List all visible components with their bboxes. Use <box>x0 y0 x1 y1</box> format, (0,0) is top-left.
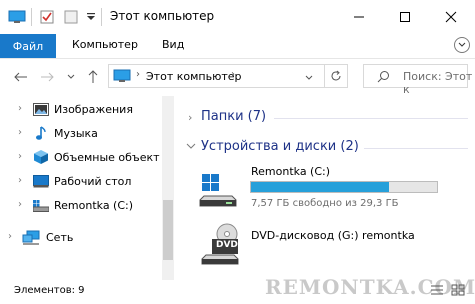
chevron-right-icon[interactable]: › <box>18 175 22 186</box>
minimize-button[interactable] <box>336 0 382 34</box>
maximize-icon <box>400 12 410 22</box>
tab-file[interactable]: Файл <box>0 34 56 58</box>
details-view-icon[interactable] <box>430 284 444 296</box>
3d-objects-icon <box>34 150 48 164</box>
title-separator <box>31 8 32 26</box>
chevron-down-icon <box>305 75 313 80</box>
chevron-right-icon[interactable]: › <box>8 231 12 242</box>
group-divider <box>364 148 468 149</box>
chevron-right-icon[interactable]: › <box>18 127 22 138</box>
drive-c-name: Remontka (C:) <box>251 165 331 178</box>
computer-icon <box>8 10 26 23</box>
sidebar-item-label: Сеть <box>46 231 74 244</box>
chevron-down-icon <box>458 42 466 47</box>
search-icon <box>377 71 389 83</box>
tab-view[interactable]: Вид <box>162 38 184 51</box>
breadcrumb-chevron-icon[interactable]: › <box>136 69 140 80</box>
chevron-right-icon[interactable]: › <box>18 199 22 210</box>
folders-group-header[interactable]: Папки (7) <box>201 109 266 124</box>
sidebar-item-label: Изображения <box>54 103 133 116</box>
sidebar-item-drive-c[interactable]: › Remontka (C:) <box>0 194 160 218</box>
tiles-view-icon[interactable] <box>451 284 465 296</box>
dvd-label: DVD <box>216 240 238 250</box>
chevron-right-icon[interactable]: › <box>188 111 192 124</box>
maximize-button[interactable] <box>382 0 428 34</box>
sidebar-item-network[interactable]: › Сеть <box>0 226 160 250</box>
drive-c-free-space: 7,57 ГБ свободно из 29,3 ГБ <box>251 198 399 209</box>
group-divider <box>274 118 468 119</box>
sidebar-item-3d-objects[interactable]: › Объемные объекты <box>0 146 160 170</box>
sidebar-item-desktop[interactable]: › Рабочий стол <box>0 170 160 194</box>
properties-icon[interactable] <box>40 10 54 24</box>
chevron-down-icon <box>67 74 75 79</box>
search-input[interactable]: Поиск: Этот к <box>403 70 475 96</box>
recent-locations-button[interactable] <box>62 68 80 86</box>
breadcrumb-current[interactable]: Этот компьютер <box>146 70 242 83</box>
sidebar-item-label: Remontka (C:) <box>54 199 134 212</box>
network-icon <box>22 230 40 245</box>
breadcrumb-chevron-icon[interactable]: › <box>231 69 235 80</box>
computer-icon <box>113 69 131 82</box>
sidebar-item-label: Объемные объекты <box>54 151 160 164</box>
up-button[interactable] <box>84 68 102 86</box>
close-icon <box>445 11 457 23</box>
chevron-right-icon[interactable]: › <box>18 151 22 162</box>
devices-group-header[interactable]: Устройства и диски (2) <box>201 139 359 154</box>
arrow-left-icon <box>14 72 27 82</box>
drive-c-usage-fill <box>251 182 389 192</box>
refresh-button[interactable] <box>324 64 348 88</box>
back-button[interactable] <box>12 68 30 86</box>
refresh-icon <box>331 70 341 81</box>
address-history-button[interactable] <box>305 71 313 84</box>
arrow-right-icon <box>41 72 54 82</box>
sidebar-scrollbar-thumb[interactable] <box>163 200 173 260</box>
close-button[interactable] <box>428 0 474 34</box>
sidebar-item-label: Рабочий стол <box>54 175 132 188</box>
sidebar-item-music[interactable]: › Музыка <box>0 122 160 146</box>
arrow-up-icon <box>88 70 98 83</box>
status-item-count: Элементов: 9 <box>14 285 85 296</box>
sidebar-item-pictures[interactable]: › Изображения <box>0 98 160 122</box>
title-bar: Этот компьютер <box>0 0 475 34</box>
drive-icon <box>33 200 49 212</box>
customize-toolbar-icon[interactable] <box>86 12 96 22</box>
forward-button[interactable] <box>38 68 56 86</box>
dvd-drive-name: DVD-дисковод (G:) remontka <box>251 229 415 242</box>
new-folder-icon[interactable] <box>64 10 78 24</box>
chevron-down-icon[interactable] <box>186 142 196 150</box>
music-icon <box>36 126 46 140</box>
windows-drive-icon <box>199 174 237 207</box>
title-separator-2 <box>101 8 102 26</box>
desktop-icon <box>33 175 49 188</box>
expand-ribbon-button[interactable] <box>454 37 470 53</box>
window-title: Этот компьютер <box>110 9 215 23</box>
chevron-right-icon[interactable]: › <box>18 103 22 114</box>
pictures-icon <box>33 103 49 116</box>
sidebar-item-label: Музыка <box>54 127 98 140</box>
minimize-icon <box>354 16 364 18</box>
tab-computer[interactable]: Компьютер <box>72 38 138 51</box>
